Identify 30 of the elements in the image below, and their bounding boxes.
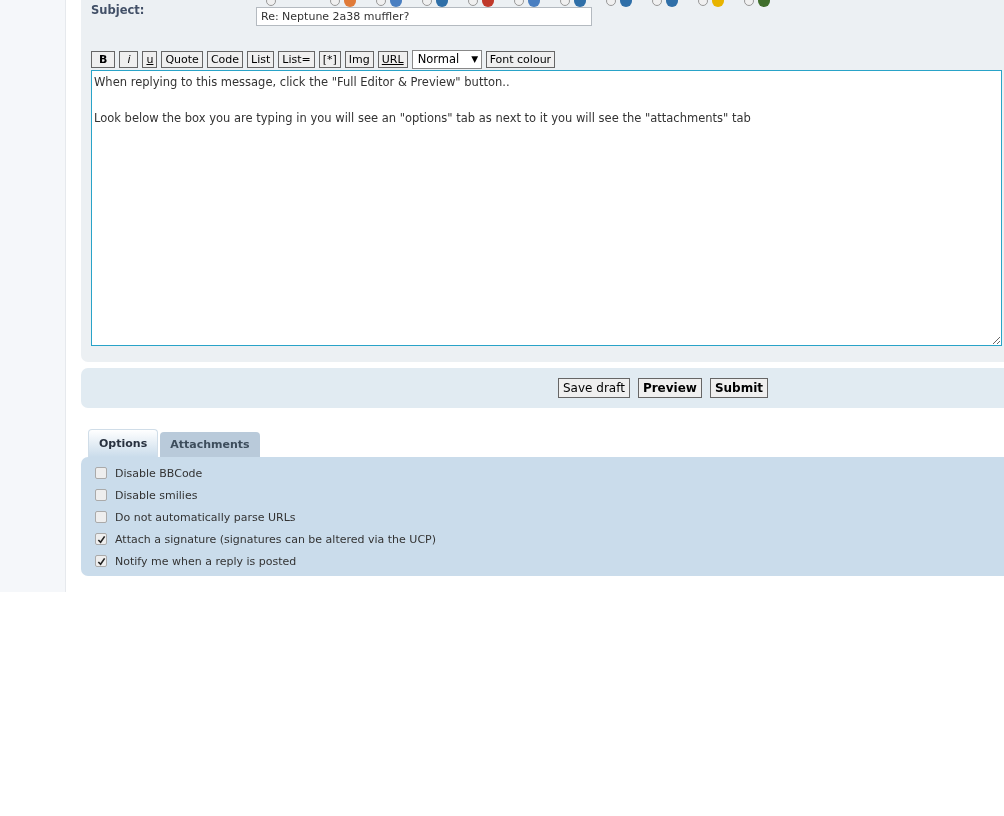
format-button[interactable]: u [142, 50, 158, 68]
action-button[interactable]: Preview [637, 378, 702, 398]
option-label: Disable smilies [115, 488, 198, 502]
format-button[interactable]: i [119, 50, 139, 68]
checkbox[interactable] [95, 533, 107, 545]
tab[interactable]: Options [88, 429, 159, 457]
option-label: Do not automatically parse URLs [115, 510, 296, 524]
format-button[interactable]: Code [206, 50, 244, 68]
message-field[interactable]: When replying to this message, click the "Full Editor & Preview" button.. Look below the box you are typing in you will see an "options" tab as next to it you will see the "attachments" tab [91, 70, 1002, 346]
font-size-select[interactable]: Normal ▼ [411, 49, 482, 69]
option-label: Attach a signature (signatures can be altered via the UCP) [115, 532, 436, 546]
option-label: Disable BBCode [115, 466, 203, 480]
format-button[interactable]: Font colour [485, 50, 556, 68]
option-label: Notify me when a reply is posted [115, 554, 297, 568]
format-button[interactable]: Img [344, 50, 374, 68]
format-button[interactable]: URL [377, 50, 408, 68]
checkbox[interactable] [95, 467, 107, 479]
checkbox[interactable] [95, 489, 107, 501]
format-button[interactable]: B [91, 50, 116, 68]
action-button[interactable]: Submit [709, 378, 769, 398]
format-button[interactable]: [*] [318, 50, 341, 68]
format-button[interactable]: List [247, 50, 275, 68]
action-button[interactable]: Save draft [558, 378, 630, 398]
format-button[interactable]: List= [278, 50, 315, 68]
tab[interactable]: Attachments [160, 432, 260, 457]
checkbox[interactable] [95, 555, 107, 567]
checkbox[interactable] [95, 511, 107, 523]
subject-label: Subject: [91, 3, 146, 17]
format-button[interactable]: Quote [161, 50, 203, 68]
subject-field[interactable]: Re: Neptune 2a38 muffler? [256, 7, 592, 26]
